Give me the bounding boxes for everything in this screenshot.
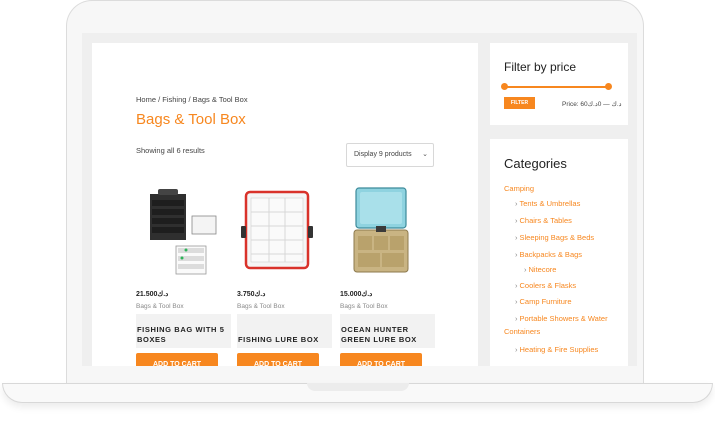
price-slider-max-handle[interactable]: [605, 83, 612, 90]
chevron-right-icon: ›: [515, 199, 518, 208]
category-item-backpacks[interactable]: › Backpacks & Bags: [515, 250, 582, 259]
categories-title: Categories: [504, 156, 567, 171]
product-name-box: FISHING BAG WITH 5 BOXES: [136, 314, 231, 348]
category-label: Coolers & Flasks: [519, 281, 577, 290]
chevron-right-icon: ›: [515, 216, 518, 225]
chevron-right-icon: ›: [515, 297, 518, 306]
product-price: 3.750د.ك: [237, 291, 266, 298]
category-label: Camping: [504, 184, 535, 193]
category-item-camp-furniture[interactable]: › Camp Furniture: [515, 297, 572, 306]
result-count: Showing all 6 results: [136, 146, 205, 155]
category-item-nitecore[interactable]: › Nitecore: [524, 265, 556, 274]
category-label: Portable Showers & Water: [519, 314, 608, 323]
product-name[interactable]: FISHING BAG WITH 5 BOXES: [137, 325, 232, 345]
sort-select-value: Display 9 products: [354, 151, 412, 158]
price-filter-widget: Filter by price FILTER Price: 60د.ك — 0د…: [490, 43, 628, 125]
chevron-right-icon: ›: [515, 233, 518, 242]
product-category[interactable]: Bags & Tool Box: [237, 303, 285, 310]
product-category[interactable]: Bags & Tool Box: [136, 303, 184, 310]
category-label: Tents & Umbrellas: [519, 199, 581, 208]
chevron-right-icon: ›: [524, 265, 527, 274]
product-name-box: OCEAN HUNTER GREEN LURE BOX: [340, 314, 435, 348]
laptop-notch: [307, 383, 409, 391]
category-item-portable-showers-cont[interactable]: Containers: [504, 327, 540, 336]
product-image[interactable]: [237, 186, 319, 278]
chevron-right-icon: ›: [515, 250, 518, 259]
product-name[interactable]: FISHING LURE BOX: [238, 335, 333, 345]
product-price: 21.500د.ك: [136, 291, 169, 298]
category-item-sleeping-bags[interactable]: › Sleeping Bags & Beds: [515, 233, 594, 242]
product-card[interactable]: 3.750د.ك Bags & Tool Box FISHING LURE BO…: [237, 186, 332, 366]
sort-select[interactable]: Display 9 products ⌄: [346, 143, 434, 167]
breadcrumb[interactable]: Home / Fishing / Bags & Tool Box: [136, 95, 248, 104]
chevron-right-icon: ›: [515, 281, 518, 290]
main-content: Home / Fishing / Bags & Tool Box Bags & …: [92, 43, 478, 366]
screen: Home / Fishing / Bags & Tool Box Bags & …: [82, 33, 637, 366]
category-label: Sleeping Bags & Beds: [519, 233, 595, 242]
add-to-cart-button[interactable]: ADD TO CART: [340, 353, 422, 366]
price-slider-min-handle[interactable]: [501, 83, 508, 90]
category-item-portable-showers[interactable]: › Portable Showers & Water: [515, 314, 608, 323]
category-item-chairs[interactable]: › Chairs & Tables: [515, 216, 572, 225]
price-range-text: Price: 60د.ك — 0د.ك: [562, 101, 622, 108]
category-label: Containers: [504, 327, 541, 336]
product-name[interactable]: OCEAN HUNTER GREEN LURE BOX: [341, 325, 436, 345]
category-label: Backpacks & Bags: [519, 250, 583, 259]
category-item-camping[interactable]: Camping: [504, 184, 534, 193]
product-category[interactable]: Bags & Tool Box: [340, 303, 388, 310]
category-label: Camp Furniture: [519, 297, 572, 306]
chevron-right-icon: ›: [515, 345, 518, 354]
category-label: Heating & Fire Supplies: [519, 345, 599, 354]
category-item-heating[interactable]: › Heating & Fire Supplies: [515, 345, 598, 354]
category-label: Nitecore: [528, 265, 557, 274]
categories-widget: Categories Camping › Tents & Umbrellas › C…: [490, 139, 628, 366]
product-card[interactable]: 15.000د.ك Bags & Tool Box OCEAN HUNTER G…: [340, 186, 435, 366]
add-to-cart-button[interactable]: ADD TO CART: [136, 353, 218, 366]
category-item-tents[interactable]: › Tents & Umbrellas: [515, 199, 580, 208]
product-image[interactable]: [340, 186, 422, 278]
product-image[interactable]: [136, 186, 218, 278]
product-card[interactable]: 21.500د.ك Bags & Tool Box FISHING BAG WI…: [136, 186, 231, 366]
chevron-right-icon: ›: [515, 314, 518, 323]
chevron-down-icon: ⌄: [422, 151, 428, 158]
price-filter-title: Filter by price: [504, 60, 577, 74]
add-to-cart-button[interactable]: ADD TO CART: [237, 353, 319, 366]
page-title: Bags & Tool Box: [136, 111, 246, 128]
price-slider[interactable]: [501, 83, 612, 90]
product-price: 15.000د.ك: [340, 291, 373, 298]
product-name-box: FISHING LURE BOX: [237, 314, 332, 348]
category-label: Chairs & Tables: [519, 216, 572, 225]
filter-button[interactable]: FILTER: [504, 97, 535, 109]
category-item-coolers[interactable]: › Coolers & Flasks: [515, 281, 576, 290]
